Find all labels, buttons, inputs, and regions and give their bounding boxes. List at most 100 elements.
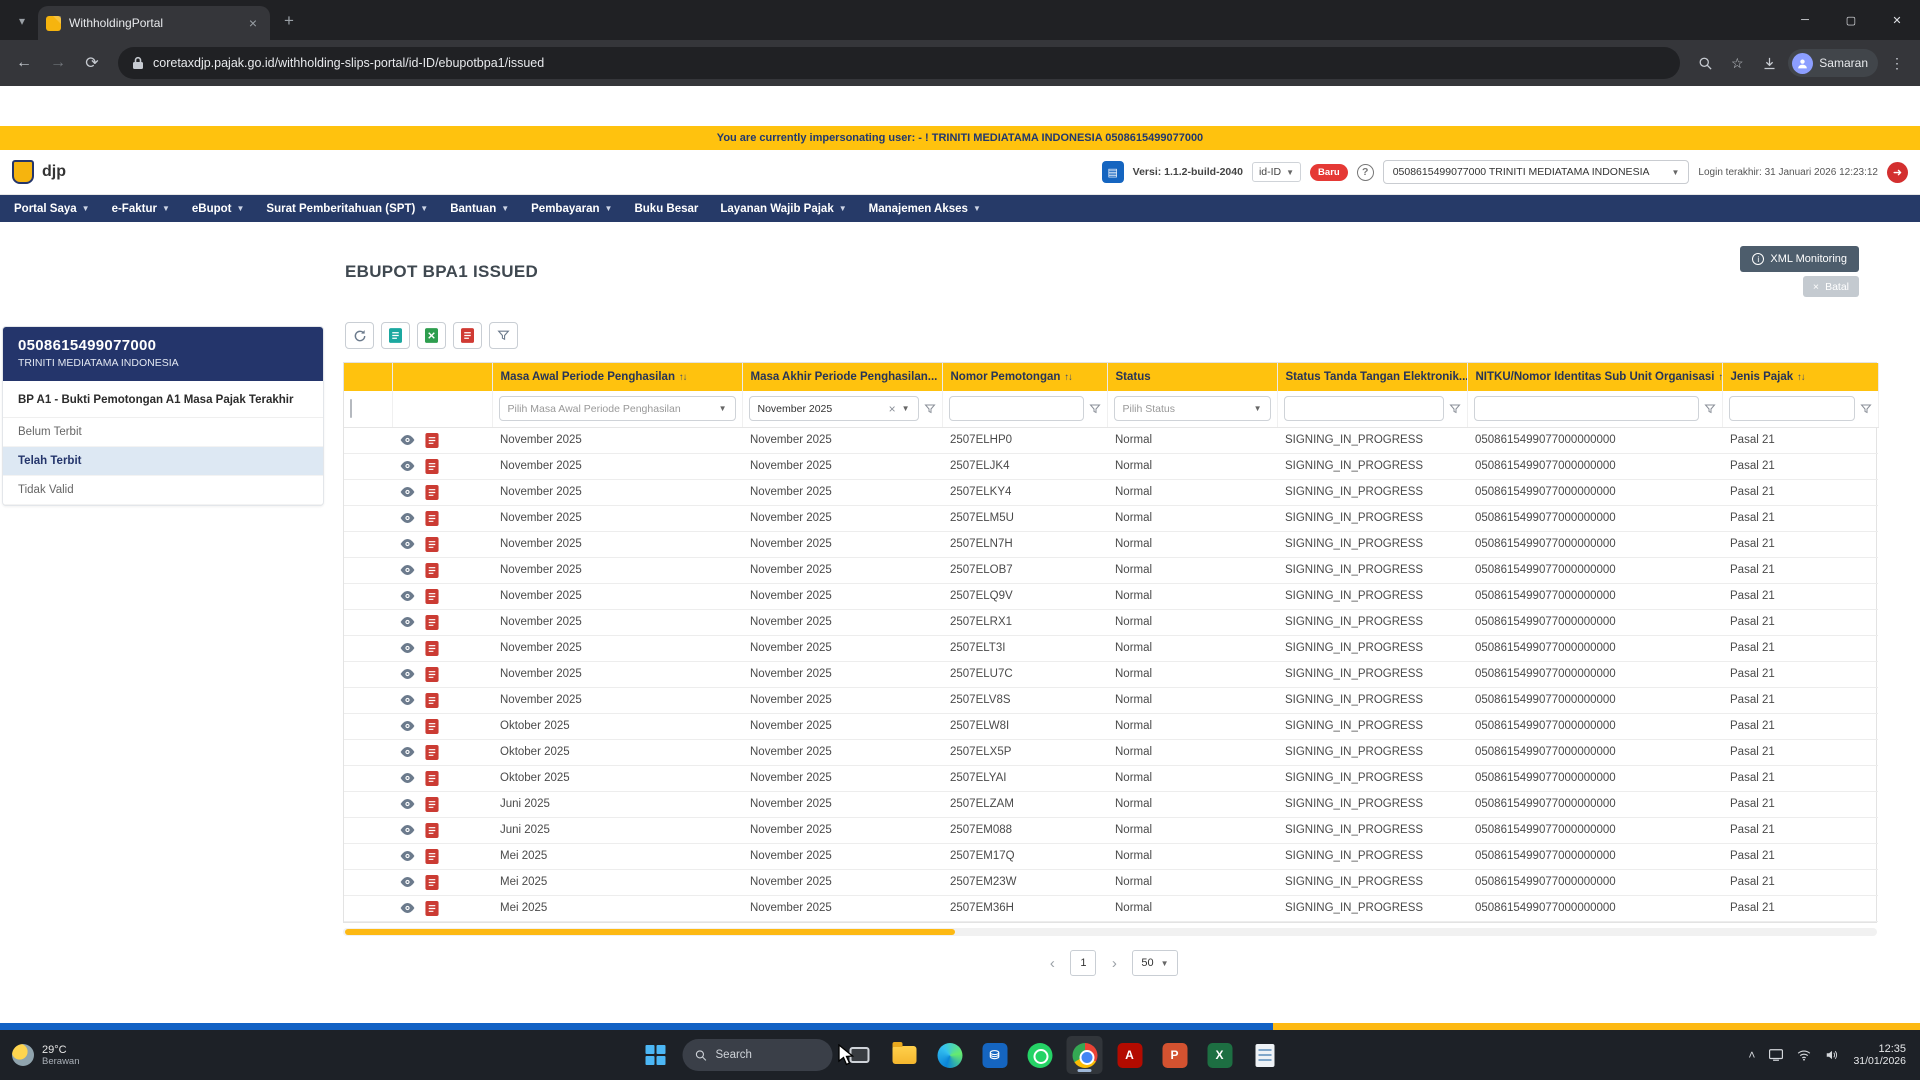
download-pdf-icon[interactable]: [425, 719, 439, 734]
download-pdf-icon[interactable]: [425, 537, 439, 552]
new-tab-button[interactable]: +: [276, 8, 302, 34]
table-row[interactable]: Mei 2025 November 2025 2507EM17Q Normal …: [344, 843, 1878, 869]
tray-cast-icon[interactable]: [1769, 1049, 1783, 1061]
nav-item-spt[interactable]: Surat Pemberitahuan (SPT)▼: [266, 203, 428, 215]
next-page-button[interactable]: ›: [1104, 955, 1124, 972]
header-masa-awal[interactable]: Masa Awal Periode Penghasilan↑↓: [492, 363, 742, 391]
sidebar-item-tidak-valid[interactable]: Tidak Valid: [3, 476, 323, 505]
filter-button[interactable]: [489, 322, 518, 349]
taskbar-icon-notepad[interactable]: [1247, 1036, 1283, 1074]
window-minimize-button[interactable]: ─: [1782, 0, 1828, 40]
window-close-button[interactable]: ✕: [1874, 0, 1920, 40]
app-icon[interactable]: ▤: [1102, 161, 1124, 183]
view-row-icon[interactable]: [400, 486, 415, 498]
view-row-icon[interactable]: [400, 798, 415, 810]
scrollbar-thumb[interactable]: [345, 929, 955, 935]
download-pdf-icon[interactable]: [425, 667, 439, 682]
reload-button[interactable]: ⟳: [78, 49, 106, 77]
table-row[interactable]: Mei 2025 November 2025 2507EM23W Normal …: [344, 869, 1878, 895]
table-row[interactable]: Juni 2025 November 2025 2507ELZAM Normal…: [344, 791, 1878, 817]
taskbar-weather-widget[interactable]: 29°C Berawan: [0, 1044, 80, 1067]
nav-item-pembayaran[interactable]: Pembayaran▼: [531, 203, 612, 215]
download-pdf-icon[interactable]: [425, 901, 439, 916]
table-row[interactable]: November 2025 November 2025 2507ELKY4 No…: [344, 479, 1878, 505]
nav-item-bantuan[interactable]: Bantuan▼: [450, 203, 509, 215]
browser-menu-icon[interactable]: ⋮: [1884, 50, 1910, 76]
horizontal-scrollbar[interactable]: [343, 928, 1877, 936]
browser-profile-button[interactable]: Samaran: [1788, 49, 1878, 77]
funnel-icon[interactable]: [1704, 403, 1716, 415]
download-pdf-icon[interactable]: [425, 615, 439, 630]
filter-masa-akhir-select[interactable]: November 2025 × ▼: [749, 396, 919, 421]
sort-icon[interactable]: ↑↓: [1718, 372, 1722, 383]
download-pdf-icon[interactable]: [425, 563, 439, 578]
logout-icon[interactable]: ➜: [1887, 162, 1908, 183]
account-select[interactable]: 0508615499077000 TRINITI MEDIATAMA INDON…: [1383, 160, 1690, 184]
table-row[interactable]: November 2025 November 2025 2507ELT3I No…: [344, 635, 1878, 661]
taskbar-icon-whatsapp[interactable]: [1022, 1036, 1058, 1074]
download-pdf-icon[interactable]: [425, 459, 439, 474]
table-row[interactable]: November 2025 November 2025 2507ELV8S No…: [344, 687, 1878, 713]
download-pdf-icon[interactable]: [425, 771, 439, 786]
header-masa-akhir[interactable]: Masa Akhir Periode Penghasilan...: [742, 363, 942, 391]
download-icon[interactable]: [1756, 50, 1782, 76]
table-row[interactable]: Juni 2025 November 2025 2507EM088 Normal…: [344, 817, 1878, 843]
header-nomor-pemotongan[interactable]: Nomor Pemotongan↑↓: [942, 363, 1107, 391]
nav-item-manajemen-akses[interactable]: Manajemen Akses▼: [869, 203, 981, 215]
download-pdf-icon[interactable]: [425, 693, 439, 708]
download-pdf-icon[interactable]: [425, 433, 439, 448]
prev-page-button[interactable]: ‹: [1042, 955, 1062, 972]
filter-status-select[interactable]: Pilih Status▼: [1114, 396, 1271, 421]
taskbar-search[interactable]: Search: [683, 1039, 833, 1071]
view-row-icon[interactable]: [400, 720, 415, 732]
filter-masa-awal-select[interactable]: Pilih Masa Awal Periode Penghasilan▼: [499, 396, 736, 421]
view-row-icon[interactable]: [400, 460, 415, 472]
browser-tab[interactable]: WithholdingPortal ×: [38, 6, 270, 40]
select-all-checkbox[interactable]: [350, 399, 352, 418]
back-button[interactable]: ←: [10, 49, 38, 77]
bookmark-star-icon[interactable]: ☆: [1724, 50, 1750, 76]
sort-icon[interactable]: ↑↓: [1797, 372, 1805, 383]
taskbar-icon-powerpoint[interactable]: P: [1157, 1036, 1193, 1074]
view-row-icon[interactable]: [400, 824, 415, 836]
sidebar-item-telah-terbit[interactable]: Telah Terbit: [3, 447, 323, 476]
funnel-icon[interactable]: [924, 403, 936, 415]
download-pdf-icon[interactable]: [425, 511, 439, 526]
language-select[interactable]: id-ID ▼: [1252, 162, 1301, 182]
header-jenis-pajak[interactable]: Jenis Pajak↑↓: [1722, 363, 1878, 391]
view-row-icon[interactable]: [400, 746, 415, 758]
new-feature-badge[interactable]: Baru: [1310, 164, 1348, 181]
tab-search-chevron-icon[interactable]: ▾: [8, 7, 36, 35]
table-row[interactable]: November 2025 November 2025 2507ELU7C No…: [344, 661, 1878, 687]
tray-network-icon[interactable]: [1797, 1049, 1811, 1061]
taskbar-icon-adobe[interactable]: A: [1112, 1036, 1148, 1074]
sidebar-item-belum-terbit[interactable]: Belum Terbit: [3, 418, 323, 447]
view-row-icon[interactable]: [400, 512, 415, 524]
tray-hidden-icons-chevron[interactable]: ˄: [1748, 1048, 1755, 1062]
view-row-icon[interactable]: [400, 850, 415, 862]
table-row[interactable]: November 2025 November 2025 2507ELQ9V No…: [344, 583, 1878, 609]
download-pdf-icon[interactable]: [425, 849, 439, 864]
download-pdf-icon[interactable]: [425, 641, 439, 656]
batal-button[interactable]: × Batal: [1803, 276, 1859, 297]
url-bar[interactable]: coretaxdjp.pajak.go.id/withholding-slips…: [118, 47, 1680, 79]
site-info-lock-icon[interactable]: [132, 56, 144, 70]
tray-volume-icon[interactable]: [1825, 1049, 1839, 1061]
clear-filter-icon[interactable]: ×: [889, 402, 896, 416]
funnel-icon[interactable]: [1089, 403, 1101, 415]
table-row[interactable]: November 2025 November 2025 2507ELN7H No…: [344, 531, 1878, 557]
view-row-icon[interactable]: [400, 616, 415, 628]
nav-item-e-faktur[interactable]: e-Faktur▼: [112, 203, 170, 215]
view-row-icon[interactable]: [400, 902, 415, 914]
page-size-select[interactable]: 50 ▼: [1132, 950, 1177, 976]
xml-monitoring-button[interactable]: i XML Monitoring: [1740, 246, 1859, 272]
funnel-icon[interactable]: [1449, 403, 1461, 415]
filter-nomor-input[interactable]: [949, 396, 1084, 421]
view-row-icon[interactable]: [400, 564, 415, 576]
taskbar-icon-chrome[interactable]: [1067, 1036, 1103, 1074]
header-nitku[interactable]: NITKU/Nomor Identitas Sub Unit Organisas…: [1467, 363, 1722, 391]
filter-status-ttd-input[interactable]: [1284, 396, 1444, 421]
nav-item-layanan-wajib-pajak[interactable]: Layanan Wajib Pajak▼: [720, 203, 846, 215]
nav-item-ebupot[interactable]: eBupot▼: [192, 203, 245, 215]
funnel-icon[interactable]: [1860, 403, 1872, 415]
